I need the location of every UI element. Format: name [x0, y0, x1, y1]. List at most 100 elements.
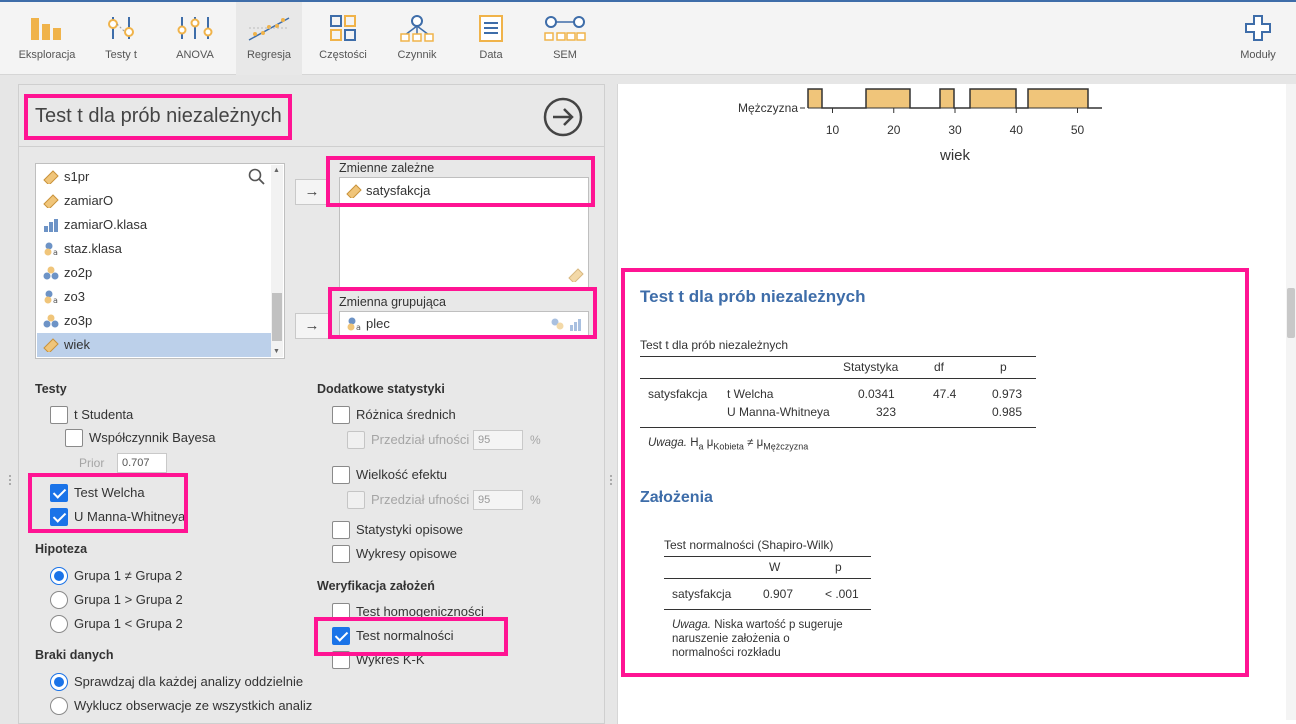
hypothesis-label: Grupa 1 < Grupa 2 [74, 616, 183, 631]
percent-sign: % [530, 493, 541, 507]
variable-item-zo2p[interactable]: zo2p [37, 261, 271, 285]
continuous-variable-icon [43, 194, 59, 208]
hypothesis-heading: Hipoteza [35, 542, 88, 556]
variable-item-s1pr[interactable]: s1pr [37, 165, 271, 189]
variable-item-zamiarO[interactable]: zamiarO [37, 189, 271, 213]
table-cell-w: 0.907 [763, 587, 794, 601]
dependent-variable-item[interactable]: satysfakcja [340, 180, 588, 202]
descriptives-checkbox[interactable] [332, 521, 350, 539]
normality-test-checkbox[interactable] [332, 627, 350, 645]
dependent-variables-box[interactable]: satysfakcja [339, 177, 589, 289]
toolbar-anova[interactable]: ANOVA [162, 2, 228, 75]
grouping-variable-box[interactable]: a plec [339, 311, 589, 337]
toolbar-factor[interactable]: Czynnik [384, 2, 450, 75]
grouping-variable-item[interactable]: a plec [340, 313, 540, 335]
x-tick-label: 30 [948, 123, 962, 137]
variable-item-zo3p[interactable]: zo3p [37, 309, 271, 333]
splitter-handle[interactable] [8, 474, 12, 486]
hypothesis-greater-radio[interactable] [50, 591, 68, 609]
variable-list[interactable]: s1pr zamiarO zamiarO.klasa a staz.klasa zo2p a… [35, 163, 285, 359]
dependent-label: Zmienne zależne [339, 161, 435, 175]
move-to-dependent-button[interactable]: → [295, 179, 329, 205]
welch-test-option[interactable]: Test Welcha [50, 483, 145, 503]
run-analysis-button[interactable] [543, 97, 583, 137]
toolbar-regression[interactable]: Regresja [236, 2, 302, 75]
results-scrollbar[interactable] [1286, 84, 1296, 720]
splitter-handle[interactable] [609, 474, 613, 486]
effect-size-checkbox[interactable] [332, 466, 350, 484]
table-cell-p: < .001 [825, 587, 859, 601]
col-header-p: p [1000, 360, 1007, 374]
scrollbar-thumb[interactable] [272, 293, 282, 341]
variable-item-zo3[interactable]: a zo3 [37, 285, 271, 309]
descriptive-plots-checkbox[interactable] [332, 545, 350, 563]
welch-test-checkbox[interactable] [50, 484, 68, 502]
toolbar-frequencies[interactable]: Częstości [310, 2, 376, 75]
bayes-factor-checkbox[interactable] [65, 429, 83, 447]
student-t-option[interactable]: t Studenta [50, 405, 133, 425]
bayes-factor-option[interactable]: Współczynnik Bayesa [65, 428, 215, 448]
hypothesis-two-sided-radio[interactable] [50, 567, 68, 585]
additional-stats-heading: Dodatkowe statystyki [317, 382, 445, 396]
toolbar-modules[interactable]: Moduły [1230, 2, 1286, 75]
effect-size-option[interactable]: Wielkość efektu [332, 465, 447, 485]
scrollbar-thumb[interactable] [1287, 288, 1295, 338]
normality-test-option[interactable]: Test normalności [332, 626, 454, 646]
table-cell-test: t Welcha [727, 387, 774, 401]
variable-item-staz-klasa[interactable]: a staz.klasa [37, 237, 271, 261]
x-tick-label: 20 [887, 123, 901, 137]
toolbar-sem[interactable]: SEM [532, 2, 598, 75]
nominal-variable-icon [43, 314, 59, 328]
toolbar-label: Czynnik [397, 49, 437, 61]
arrow-right-circle-icon [543, 97, 583, 137]
hypothesis-label: Grupa 1 ≠ Grupa 2 [74, 568, 183, 583]
hypothesis-less-option[interactable]: Grupa 1 < Grupa 2 [50, 614, 183, 634]
qq-plot-option[interactable]: Wykres K-K [332, 650, 425, 670]
effect-size-ci-checkbox[interactable] [347, 491, 365, 509]
mean-diff-ci-checkbox[interactable] [347, 431, 365, 449]
mean-difference-option[interactable]: Różnica średnich [332, 405, 456, 425]
note-prefix: Uwaga. [672, 619, 711, 631]
analysis-options-panel: Test t dla prób niezależnych s1pr zamiarO… [18, 84, 605, 724]
continuous-type-hint-icon [568, 268, 584, 282]
descriptive-plots-option[interactable]: Wykresy opisowe [332, 544, 457, 564]
toolbar-ttests[interactable]: Testy t [90, 2, 152, 75]
effect-size-ci-option[interactable]: Przedział ufności [347, 490, 469, 510]
note-line: Niska wartość p sugeruje [714, 619, 843, 631]
missing-listwise-option[interactable]: Wyklucz obserwacje ze wszystkich analiz [50, 696, 312, 716]
move-to-grouping-button[interactable]: → [295, 313, 329, 339]
hypothesis-greater-option[interactable]: Grupa 1 > Grupa 2 [50, 590, 183, 610]
note-prefix: Uwaga. [648, 437, 687, 449]
mean-diff-ci-option[interactable]: Przedział ufności [347, 430, 469, 450]
prior-input[interactable]: 0.707 [117, 453, 167, 473]
toolbar-data[interactable]: Data [458, 2, 524, 75]
toolbar-exploration[interactable]: Eksploracja [10, 2, 84, 75]
variable-item-wiek[interactable]: wiek [37, 333, 271, 357]
missing-per-analysis-option[interactable]: Sprawdzaj dla każdej analizy oddzielnie [50, 672, 303, 692]
variable-item-zamiarO-klasa[interactable]: zamiarO.klasa [37, 213, 271, 237]
qq-plot-checkbox[interactable] [332, 651, 350, 669]
distribution-bars [808, 89, 1088, 108]
toolbar-label: Testy t [105, 49, 137, 61]
col-header-w: W [769, 560, 781, 574]
prior-label: Prior [79, 456, 105, 470]
mann-whitney-option[interactable]: U Manna-Whitneya [50, 507, 185, 527]
table-rule [664, 578, 871, 579]
homogeneity-test-option[interactable]: Test homogeniczności [332, 602, 484, 622]
hypothesis-less-radio[interactable] [50, 615, 68, 633]
missing-option-label: Sprawdzaj dla każdej analizy oddzielnie [74, 674, 304, 689]
missing-per-analysis-radio[interactable] [50, 673, 68, 691]
variable-list-scrollbar[interactable]: ▲ ▼ [271, 165, 283, 357]
student-t-checkbox[interactable] [50, 406, 68, 424]
effect-size-ci-input[interactable]: 95 [473, 490, 523, 510]
mean-diff-ci-input[interactable]: 95 [473, 430, 523, 450]
t-test-icon [108, 17, 134, 39]
bayes-factor-label: Współczynnik Bayesa [89, 430, 216, 445]
hypothesis-two-sided-option[interactable]: Grupa 1 ≠ Grupa 2 [50, 566, 182, 586]
variable-label: zo3 [64, 289, 85, 304]
missing-listwise-radio[interactable] [50, 697, 68, 715]
mean-difference-checkbox[interactable] [332, 406, 350, 424]
descriptives-option[interactable]: Statystyki opisowe [332, 520, 463, 540]
mann-whitney-checkbox[interactable] [50, 508, 68, 526]
homogeneity-test-checkbox[interactable] [332, 603, 350, 621]
